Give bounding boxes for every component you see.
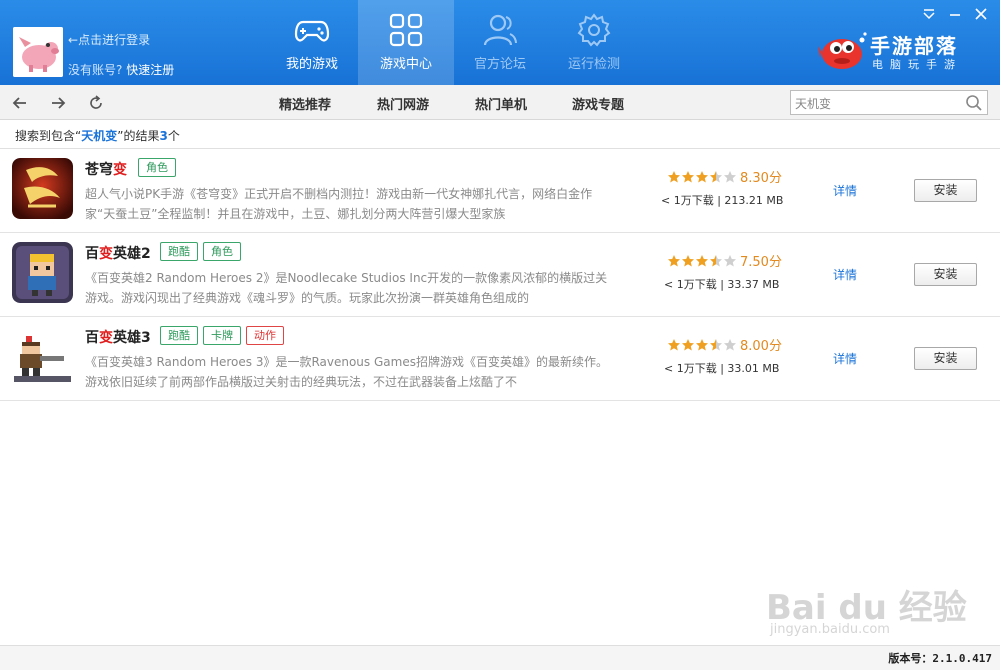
tag[interactable]: 角色 xyxy=(203,242,241,261)
nav-run-check[interactable]: 运行检测 xyxy=(546,0,642,85)
people-icon xyxy=(483,14,517,46)
file-size: 33.01 MB xyxy=(727,362,780,375)
status-bar: 版本号：2.1.0.417 xyxy=(0,645,1000,670)
install-button[interactable]: 安装 xyxy=(914,347,977,370)
forward-button[interactable] xyxy=(48,93,68,113)
tag-list: 跑酷 角色 xyxy=(160,242,241,261)
star-rating xyxy=(667,338,739,352)
tab-hot-online[interactable]: 热门网游 xyxy=(377,94,429,113)
game-icon-random-heroes-3[interactable] xyxy=(12,326,73,387)
chevron-down-icon xyxy=(923,9,935,20)
tag[interactable]: 动作 xyxy=(246,326,284,345)
search-box xyxy=(790,90,988,115)
search-icon xyxy=(966,95,982,111)
search-result-summary: 搜索到包含“天机变”的结果3个 xyxy=(15,129,180,143)
refresh-button[interactable] xyxy=(86,93,106,113)
game-name[interactable]: 苍穹变 xyxy=(85,159,127,179)
grid-icon xyxy=(389,13,423,47)
toolbar: 精选推荐 热门网游 热门单机 游戏专题 xyxy=(0,85,1000,120)
download-count: < 1万下载 xyxy=(661,194,714,207)
detail-link[interactable]: 详情 xyxy=(833,350,857,367)
app-header: ←点击进行登录 没有账号? 快速注册 我的游戏 游戏中心 官方论坛 运行检测 手… xyxy=(0,0,1000,85)
quick-register-link[interactable]: 快速注册 xyxy=(126,63,174,77)
nav-my-games[interactable]: 我的游戏 xyxy=(264,0,360,85)
download-count: < 1万下载 xyxy=(664,362,717,375)
result-count: 3 xyxy=(159,129,168,143)
game-cover-image xyxy=(12,242,73,303)
pig-avatar-icon xyxy=(13,27,63,77)
install-button[interactable]: 安装 xyxy=(914,179,977,202)
refresh-icon xyxy=(90,95,102,109)
gear-icon xyxy=(577,13,611,47)
game-meta: < 1万下载 | 213.21 MB xyxy=(661,194,784,207)
menu-dropdown-button[interactable] xyxy=(920,6,938,22)
star-icons xyxy=(668,171,736,183)
version-label: 版本号：2.1.0.417 xyxy=(888,652,992,665)
tag[interactable]: 角色 xyxy=(138,158,176,177)
game-description: 超人气小说PK手游《苍穹变》正式开启不删档内测拉！游戏由新一代女神娜扎代言，网络… xyxy=(85,187,593,221)
brand-subtitle: 电脑玩手游 xyxy=(872,58,962,71)
tab-game-topics[interactable]: 游戏专题 xyxy=(572,94,624,113)
game-icon-random-heroes-2[interactable] xyxy=(12,242,73,303)
install-button[interactable]: 安装 xyxy=(914,263,977,286)
login-link[interactable]: ←点击进行登录 xyxy=(68,31,150,48)
game-score: 8.30分 xyxy=(740,171,782,186)
arrow-right-icon xyxy=(52,97,66,109)
minimize-icon xyxy=(950,14,960,16)
game-icon-cangqiongbian[interactable] xyxy=(12,158,73,219)
search-keyword: 天机变 xyxy=(81,129,118,143)
tab-featured[interactable]: 精选推荐 xyxy=(279,94,331,113)
back-button[interactable] xyxy=(10,93,30,113)
game-score: 8.00分 xyxy=(740,339,782,354)
game-name[interactable]: 百变英雄3 xyxy=(85,327,151,347)
detail-link[interactable]: 详情 xyxy=(833,266,857,283)
star-rating xyxy=(667,170,739,184)
file-size: 213.21 MB xyxy=(724,194,784,207)
game-name[interactable]: 百变英雄2 xyxy=(85,243,151,263)
download-count: < 1万下载 xyxy=(664,278,717,291)
tag-list: 角色 xyxy=(138,158,176,177)
brand-logo: 手游部落 电脑玩手游 xyxy=(818,28,978,76)
game-description: 《百变英雄2 Random Heroes 2》是Noodlecake Studi… xyxy=(85,271,608,305)
gamepad-icon xyxy=(294,20,330,42)
game-score: 7.50分 xyxy=(740,255,782,270)
nav-game-center[interactable]: 游戏中心 xyxy=(358,0,454,85)
game-cover-image xyxy=(12,326,73,387)
back-arrow-icon: ← xyxy=(68,33,79,47)
close-button[interactable] xyxy=(972,6,990,22)
game-meta: < 1万下载 | 33.01 MB xyxy=(664,362,780,375)
tag[interactable]: 跑酷 xyxy=(160,242,198,261)
baidu-watermark: Bai du 经验 jingyan.baidu.com xyxy=(766,588,967,637)
minimize-button[interactable] xyxy=(946,6,964,22)
tab-hot-single[interactable]: 热门单机 xyxy=(475,94,527,113)
game-row-cangqiongbian: 苍穹变 角色 超人气小说PK手游《苍穹变》正式开启不删档内测拉！游戏由新一代女神… xyxy=(0,149,1000,233)
game-row-random-heroes-3: 百变英雄3 跑酷 卡牌 动作 《百变英雄3 Random Heroes 3》是一… xyxy=(0,317,1000,401)
game-cover-image xyxy=(12,158,73,219)
brand-title: 手游部落 xyxy=(870,34,958,58)
detail-link[interactable]: 详情 xyxy=(833,182,857,199)
star-rating xyxy=(667,254,739,268)
game-row-random-heroes-2: 百变英雄2 跑酷 角色 《百变英雄2 Random Heroes 2》是Nood… xyxy=(0,233,1000,317)
file-size: 33.37 MB xyxy=(727,278,780,291)
tag-list: 跑酷 卡牌 动作 xyxy=(160,326,284,345)
arrow-left-icon xyxy=(12,97,26,109)
register-prompt: 没有账号? 快速注册 xyxy=(68,63,175,77)
game-meta: < 1万下载 | 33.37 MB xyxy=(664,278,780,291)
star-icons xyxy=(668,255,736,267)
fish-logo-icon xyxy=(818,32,867,69)
search-input[interactable] xyxy=(795,94,960,112)
tag[interactable]: 跑酷 xyxy=(160,326,198,345)
close-icon xyxy=(975,8,987,20)
nav-official-forum[interactable]: 官方论坛 xyxy=(452,0,548,85)
user-avatar[interactable] xyxy=(13,27,63,77)
star-icons xyxy=(668,339,736,351)
search-button[interactable] xyxy=(965,94,983,112)
game-description: 《百变英雄3 Random Heroes 3》是一款Ravenous Games… xyxy=(85,355,608,389)
tag[interactable]: 卡牌 xyxy=(203,326,241,345)
